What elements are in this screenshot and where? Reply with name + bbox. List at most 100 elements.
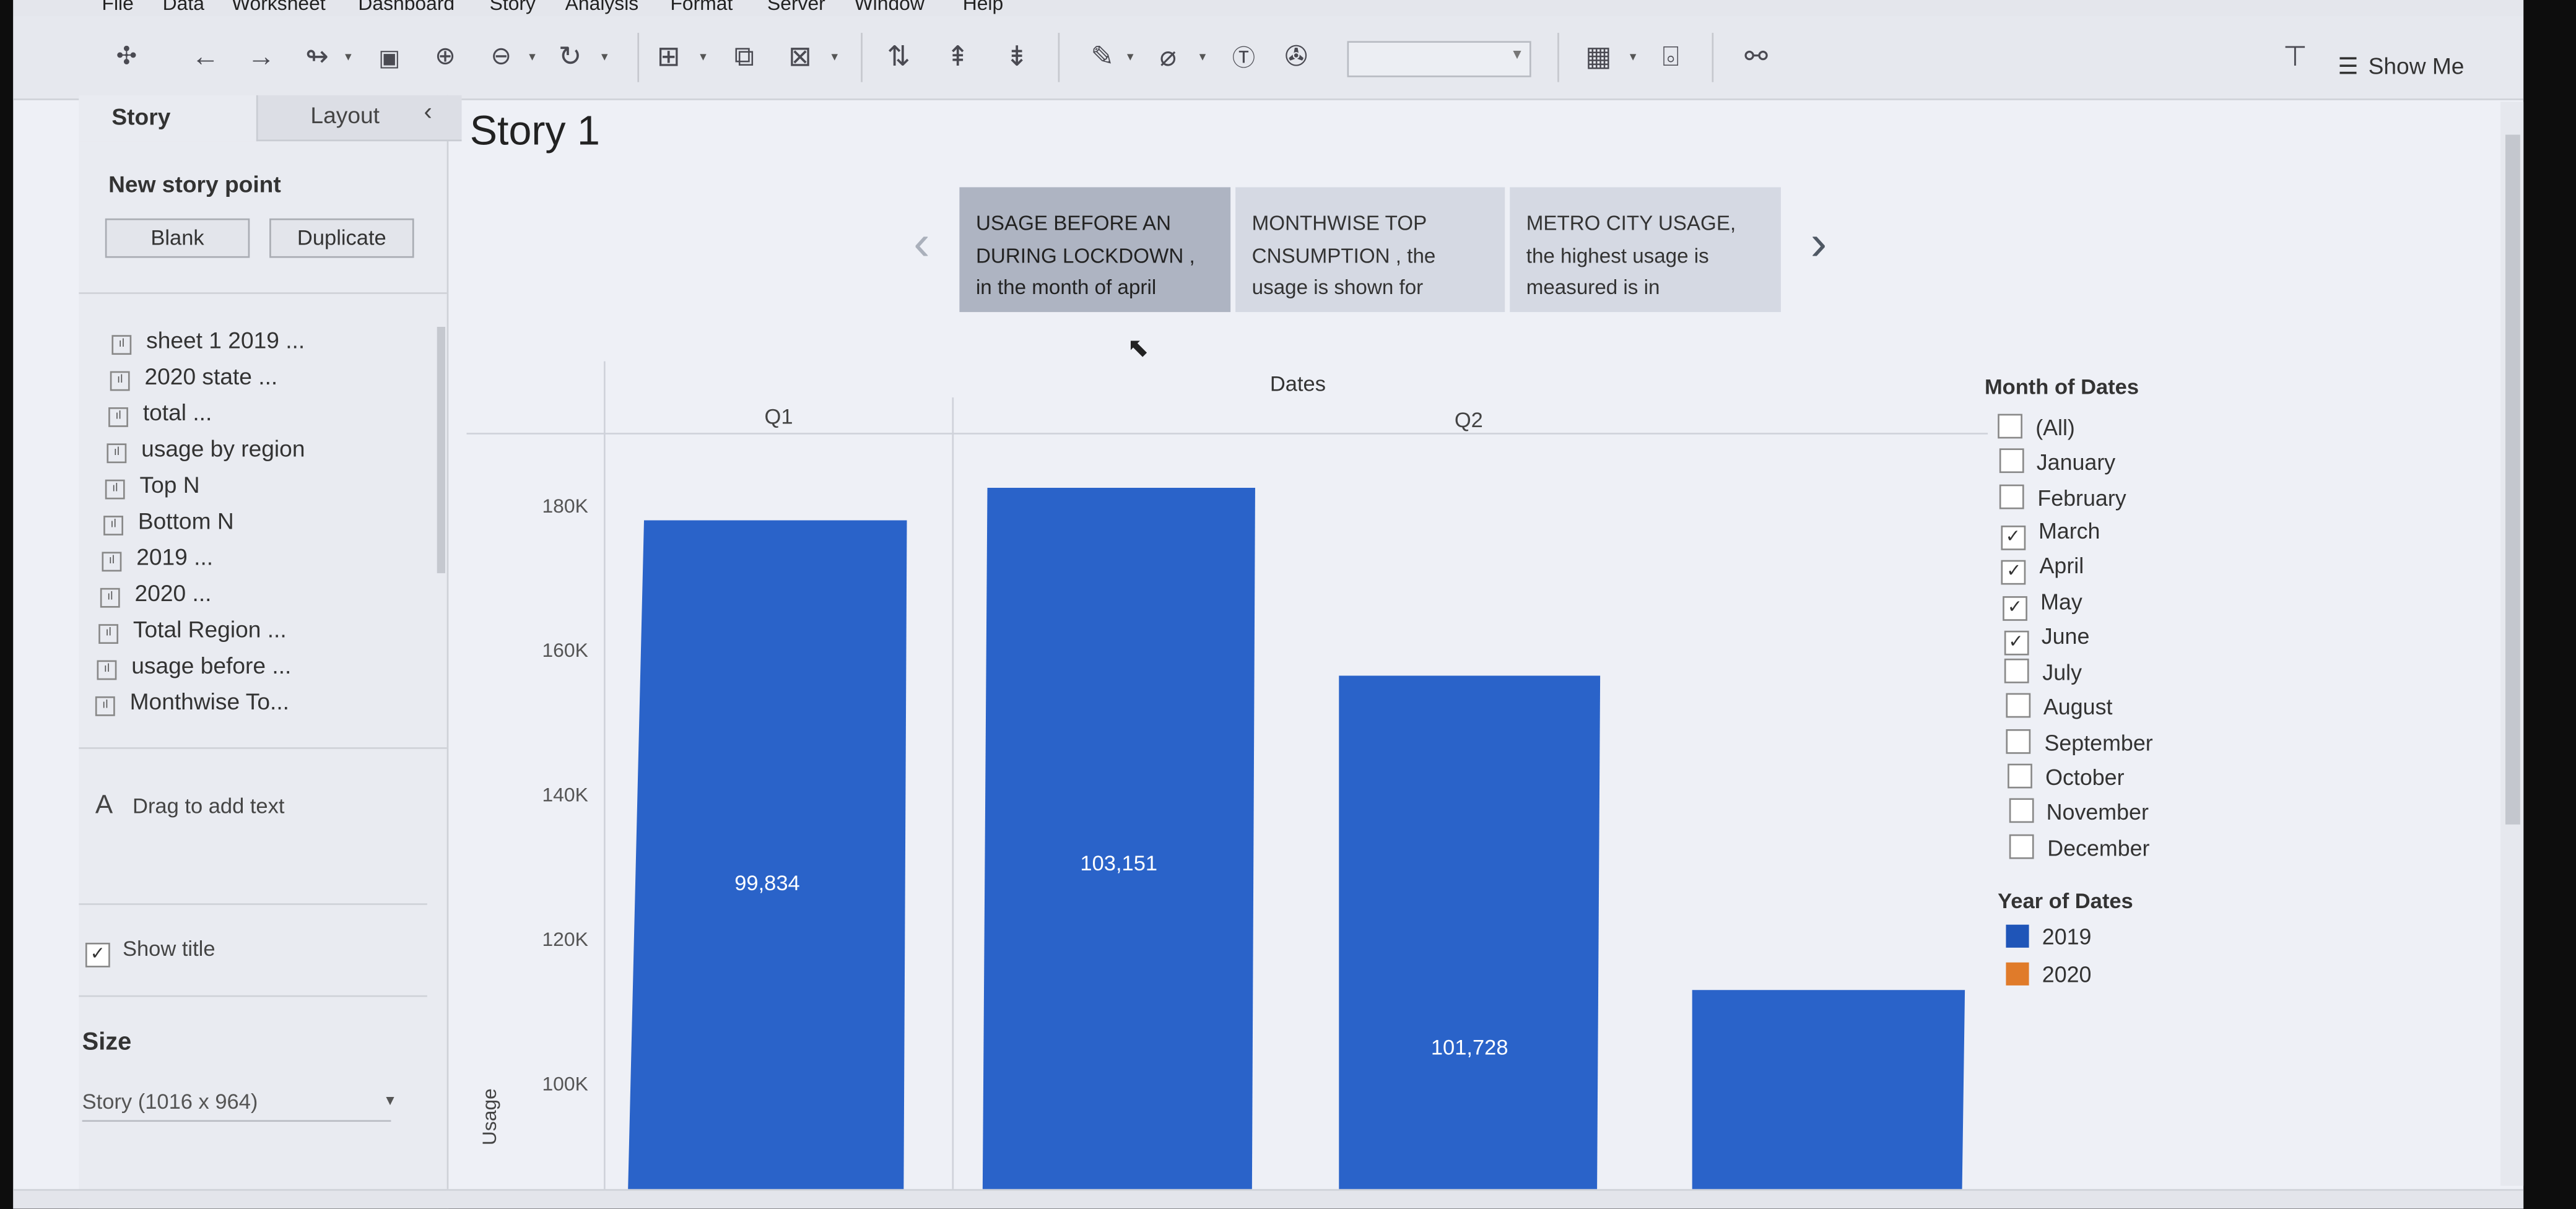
checkbox-empty-icon[interactable]: [2009, 833, 2035, 859]
month-filter-item[interactable]: October: [2008, 763, 2125, 790]
menu-file[interactable]: File: [102, 0, 133, 15]
chevron-down-icon[interactable]: ▾: [700, 50, 707, 64]
chevron-down-icon[interactable]: ▾: [1199, 50, 1206, 64]
chevron-down-icon[interactable]: ▾: [601, 50, 608, 64]
checkbox-empty-icon[interactable]: [1998, 414, 2022, 439]
show-me-button[interactable]: ☰ Show Me: [2338, 53, 2464, 80]
swap-rows-columns-icon[interactable]: ⇅: [881, 40, 916, 76]
menu-data[interactable]: Data: [163, 0, 204, 15]
tab-story[interactable]: Story: [79, 95, 256, 142]
vertical-scrollbar[interactable]: [2500, 102, 2524, 1186]
show-title-checkbox[interactable]: ✓ Show title: [85, 936, 215, 968]
month-filter-item[interactable]: August: [2005, 693, 2112, 720]
sheet-item[interactable]: ıl Bottom N: [103, 508, 234, 535]
story-point-2[interactable]: MONTHWISE TOP CNSUMPTION , the usage is …: [1235, 187, 1505, 313]
scrollbar-thumb[interactable]: [2505, 134, 2520, 825]
tableau-logo-icon[interactable]: ✣: [108, 40, 144, 76]
month-filter-item[interactable]: December: [2009, 833, 2149, 860]
month-filter-item[interactable]: September: [2006, 729, 2153, 755]
save-icon[interactable]: ▣: [372, 40, 407, 76]
bar-june[interactable]: [1692, 990, 1965, 1209]
checkbox-empty-icon[interactable]: [2008, 799, 2034, 823]
collapse-pane-icon[interactable]: ‹: [424, 98, 432, 126]
redo-icon[interactable]: →: [243, 40, 279, 76]
chevron-down-icon[interactable]: ▾: [1127, 50, 1134, 64]
bar-march[interactable]: [627, 520, 907, 1208]
month-filter-item[interactable]: February: [1999, 483, 2126, 510]
sort-ascending-icon[interactable]: ⇞: [940, 40, 976, 76]
size-select[interactable]: Story (1016 x 964): [82, 1089, 394, 1122]
blank-button[interactable]: Blank: [105, 218, 250, 258]
checkbox-empty-icon[interactable]: [1999, 483, 2025, 509]
fit-dropdown[interactable]: [1347, 41, 1531, 77]
month-filter-item[interactable]: ✓ June: [2003, 624, 2089, 656]
year-legend-item[interactable]: 2020: [2006, 962, 2092, 987]
presentation-icon[interactable]: ⌻: [1653, 40, 1689, 76]
chevron-down-icon[interactable]: ▾: [831, 50, 838, 64]
sheet-item[interactable]: ıl Total Region ...: [98, 616, 287, 644]
checkbox-empty-icon[interactable]: [1998, 449, 2024, 474]
menu-format[interactable]: Format: [670, 0, 733, 15]
month-filter-item[interactable]: ✓ April: [2001, 554, 2084, 586]
format-painter-icon[interactable]: ⊤: [2277, 40, 2313, 76]
story-point-1[interactable]: USAGE BEFORE AN DURING LOCKDOWN , in the…: [959, 187, 1231, 313]
checkbox-empty-icon[interactable]: [2004, 659, 2030, 683]
month-filter-item[interactable]: July: [2004, 659, 2082, 685]
checkbox-empty-icon[interactable]: [2008, 763, 2032, 789]
menu-window[interactable]: Window: [855, 0, 925, 15]
undo-icon[interactable]: ←: [187, 40, 223, 76]
sheet-list-scrollbar[interactable]: [437, 326, 445, 573]
refresh-icon[interactable]: ↻: [552, 40, 588, 76]
drag-to-add-text[interactable]: A Drag to add text: [95, 792, 285, 821]
duplicate-sheet-icon[interactable]: ⧉: [726, 40, 762, 76]
month-filter-item[interactable]: November: [2008, 799, 2149, 825]
pin-icon[interactable]: ✇: [1278, 40, 1314, 76]
next-story-point-icon[interactable]: ›: [1811, 217, 1827, 272]
checkbox-checked-icon[interactable]: ✓: [2003, 595, 2027, 620]
sheet-item[interactable]: ıl 2020 state ...: [110, 363, 277, 391]
month-filter-item[interactable]: ✓ May: [2003, 589, 2082, 620]
previous-story-point-icon[interactable]: ‹: [913, 217, 930, 272]
show-cards-icon[interactable]: ▦: [1580, 40, 1616, 76]
sheet-item[interactable]: ıl total ...: [108, 399, 212, 427]
pause-updates-icon[interactable]: ⊖: [483, 40, 519, 76]
sheet-item[interactable]: ıl usage before ...: [97, 652, 291, 680]
checkbox-checked-icon[interactable]: ✓: [2000, 525, 2026, 550]
new-worksheet-icon[interactable]: ⊞: [651, 40, 687, 76]
checkbox-checked-icon[interactable]: ✓: [2001, 560, 2027, 586]
sheet-item[interactable]: ıl 2019 ...: [102, 544, 213, 572]
labels-icon[interactable]: Ⓣ: [1225, 40, 1261, 76]
checkbox-checked-icon[interactable]: ✓: [2003, 630, 2029, 656]
sheet-item[interactable]: ıl Monthwise To...: [95, 688, 289, 716]
new-datasource-icon[interactable]: ⊕: [427, 40, 463, 76]
chevron-down-icon[interactable]: ▾: [345, 50, 352, 64]
month-filter-item[interactable]: January: [1998, 449, 2115, 475]
clear-sheet-icon[interactable]: ⊠: [782, 40, 818, 76]
menu-server[interactable]: Server: [767, 0, 825, 15]
month-filter-item[interactable]: ✓ March: [2000, 519, 2100, 550]
story-point-3[interactable]: METRO CITY USAGE, the highest usage is m…: [1510, 187, 1781, 313]
sort-descending-icon[interactable]: ⇟: [999, 40, 1035, 76]
menu-story[interactable]: Story: [490, 0, 536, 15]
menu-analysis[interactable]: Analysis: [565, 0, 639, 15]
year-legend-item[interactable]: 2019: [2006, 924, 2092, 949]
checkbox-empty-icon[interactable]: [2005, 693, 2030, 719]
share-icon[interactable]: ⚯: [1738, 40, 1774, 76]
bar-april[interactable]: [982, 487, 1255, 1209]
month-filter-item[interactable]: (All): [1998, 414, 2075, 440]
menu-worksheet[interactable]: Worksheet: [232, 0, 326, 15]
highlight-icon[interactable]: ✎: [1084, 40, 1120, 76]
checkbox-empty-icon[interactable]: [2006, 729, 2032, 753]
menu-help[interactable]: Help: [963, 0, 1003, 15]
sheet-item[interactable]: ıl 2020 ...: [100, 580, 211, 608]
bar-may[interactable]: [1339, 675, 1601, 1209]
sheet-item[interactable]: ıl Top N: [105, 471, 200, 500]
duplicate-button[interactable]: Duplicate: [269, 218, 414, 258]
sheet-item[interactable]: ıl usage by region: [107, 435, 305, 464]
menu-dashboard[interactable]: Dashboard: [358, 0, 455, 15]
chevron-down-icon[interactable]: ▾: [529, 50, 536, 64]
group-icon[interactable]: ⌀: [1150, 40, 1186, 76]
sheet-item[interactable]: ıl sheet 1 2019 ...: [111, 327, 305, 355]
chevron-down-icon[interactable]: ▾: [1630, 50, 1637, 64]
replay-icon[interactable]: ↬: [299, 40, 335, 76]
